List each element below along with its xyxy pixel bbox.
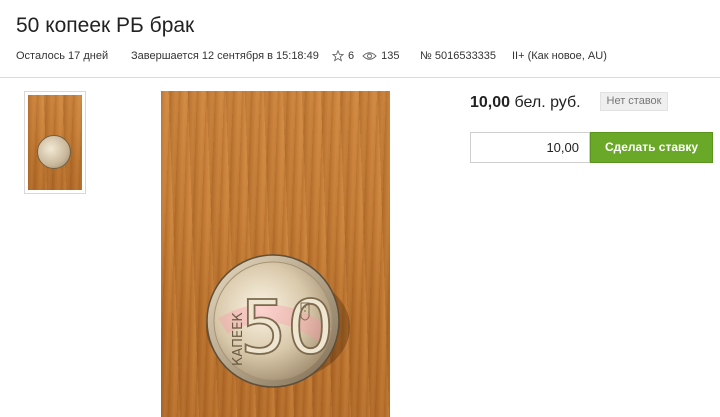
thumbnail-image <box>28 95 82 190</box>
lot-number: № 5016533335 <box>420 50 497 62</box>
lot-condition: II+ (Как новое, AU) <box>512 50 607 62</box>
favorites-stat[interactable]: 6 <box>332 50 354 62</box>
views-stat: 135 <box>362 50 399 62</box>
favorites-count: 6 <box>348 50 355 62</box>
bids-badge: Нет ставок <box>600 92 668 111</box>
price-currency: бел. руб. <box>514 94 581 111</box>
end-time: Завершается 12 сентября в 15:18:49 <box>131 50 319 62</box>
coin-word: КАПЕЕК <box>231 312 246 366</box>
thumbnail-coin <box>37 135 71 169</box>
bid-amount-input[interactable] <box>470 132 590 163</box>
lot-stats: 6 135 <box>332 50 407 62</box>
coin-image: 50 КАПЕЕК <box>206 254 350 388</box>
eye-icon <box>362 52 377 60</box>
lot-header: 50 копеек РБ брак Осталось 17 дней Завер… <box>0 0 720 78</box>
lot-title: 50 копеек РБ брак <box>16 14 195 37</box>
photo-thumbnail[interactable] <box>24 91 86 194</box>
time-left: Осталось 17 дней <box>16 50 109 62</box>
star-icon <box>332 50 344 62</box>
main-photo[interactable]: 50 КАПЕЕК <box>161 91 390 417</box>
coin-denomination: 50 <box>240 285 334 371</box>
views-count: 135 <box>381 50 400 62</box>
place-bid-button[interactable]: Сделать ставку <box>590 132 713 163</box>
price-amount: 10,00 <box>470 94 511 111</box>
current-price: 10,00 бел. руб. <box>470 94 581 112</box>
